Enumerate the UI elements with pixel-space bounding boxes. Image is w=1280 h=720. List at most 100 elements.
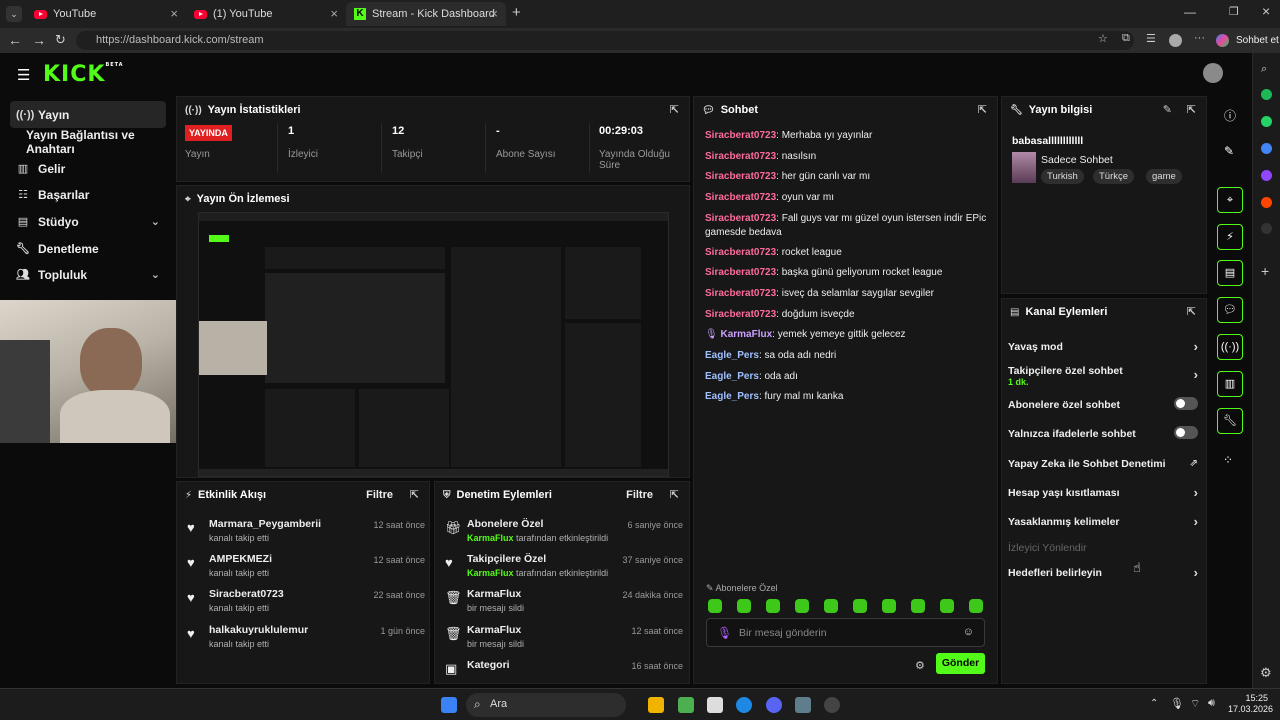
mic-tray-icon[interactable]: 🎙︎: [1170, 697, 1184, 710]
extensions-icon[interactable]: ⧉: [1122, 32, 1130, 45]
chat-username[interactable]: Siracberat0723: [705, 171, 776, 182]
chat-username[interactable]: Eagle_Pers: [705, 391, 759, 402]
volume-icon[interactable]: 🔊︎: [1208, 697, 1215, 710]
emote-icon[interactable]: [911, 599, 925, 613]
minimize-icon[interactable]: —: [1184, 5, 1196, 19]
action-account-age[interactable]: Hesap yaşı kısıtlaması ›: [1008, 485, 1198, 500]
app-icon[interactable]: [707, 697, 723, 713]
subscribers-only-toggle[interactable]: [1174, 397, 1198, 410]
filter-button[interactable]: Filtre: [366, 489, 393, 501]
tool-actions-button[interactable]: ▥: [1217, 371, 1243, 397]
tool-activity-button[interactable]: ⚡︎: [1217, 224, 1243, 250]
edge-icon[interactable]: [736, 697, 752, 713]
tab-list-icon[interactable]: ⌄: [6, 6, 22, 22]
chat-username[interactable]: Siracberat0723: [705, 309, 776, 320]
popout-icon[interactable]: ⇱: [978, 103, 987, 116]
emote-icon[interactable]: [766, 599, 780, 613]
action-subscribers-only[interactable]: Abonelere özel sohbet: [1008, 397, 1198, 411]
chat-username[interactable]: Siracberat0723: [705, 247, 776, 258]
chat-username[interactable]: KarmaFlux: [720, 329, 772, 340]
emotes-only-toggle[interactable]: [1174, 426, 1198, 439]
chat-username[interactable]: Siracberat0723: [705, 213, 776, 224]
minecraft-icon[interactable]: [678, 697, 694, 713]
taskbar-clock[interactable]: 15:25 17.03.2026: [1228, 693, 1273, 715]
add-icon[interactable]: +: [1261, 263, 1269, 279]
category-name[interactable]: Sadece Sohbet: [1041, 154, 1113, 166]
tool-info-button[interactable]: 🔧︎: [1217, 408, 1243, 434]
tag[interactable]: Türkçe: [1093, 169, 1135, 184]
send-button[interactable]: Gönder: [936, 653, 985, 674]
spotify-icon[interactable]: [1261, 89, 1272, 100]
filter-button[interactable]: Filtre: [626, 489, 653, 501]
preview-video[interactable]: [198, 212, 669, 477]
more-icon[interactable]: ···: [1194, 32, 1205, 44]
close-icon[interactable]: ×: [330, 6, 338, 21]
app-icon[interactable]: [1261, 143, 1272, 154]
forward-icon[interactable]: →: [32, 32, 46, 48]
windows-start-icon[interactable]: [441, 697, 457, 713]
tab-kick-dashboard[interactable]: K Stream - Kick Dashboard ×: [346, 2, 506, 26]
emote-icon[interactable]: [737, 599, 751, 613]
emote-icon[interactable]: [882, 599, 896, 613]
sidebar-item-yayin-baglantisi[interactable]: Yayın Bağlantısı ve Anahtarı: [10, 128, 180, 156]
tab-youtube-2[interactable]: (1) YouTube ×: [186, 2, 346, 26]
action-goals[interactable]: Hedefleri belirleyin ›: [1008, 565, 1198, 580]
action-emotes-only[interactable]: Yalnızca ifadelerle sohbet: [1008, 426, 1198, 440]
popout-icon[interactable]: ⇱: [1187, 305, 1196, 318]
tool-notes-button[interactable]: ▤: [1217, 260, 1243, 286]
sidebar-item-denetleme[interactable]: 🔧︎ Denetleme: [10, 235, 166, 262]
tiktok-icon[interactable]: [1261, 223, 1272, 234]
category-thumbnail[interactable]: [1012, 152, 1036, 183]
back-icon[interactable]: ←: [8, 32, 22, 48]
maximize-icon[interactable]: ❐: [1229, 5, 1239, 18]
emoji-icon[interactable]: ☺: [963, 626, 974, 638]
item-name[interactable]: Siracberat0723: [209, 588, 284, 600]
tag[interactable]: Turkish: [1041, 169, 1084, 184]
mic-icon[interactable]: 🎙︎: [717, 626, 732, 640]
discord-icon[interactable]: [766, 697, 782, 713]
network-icon[interactable]: ⌔: [1190, 697, 1200, 711]
item-name[interactable]: Marmara_Peygamberii: [209, 518, 321, 530]
emote-icon[interactable]: [940, 599, 954, 613]
tool-chat-button[interactable]: 💬︎: [1217, 297, 1243, 323]
chat-username[interactable]: Siracberat0723: [705, 130, 776, 141]
reddit-icon[interactable]: [1261, 197, 1272, 208]
new-tab-icon[interactable]: +: [512, 4, 521, 21]
tab-youtube-1[interactable]: YouTube ×: [26, 2, 186, 26]
action-slow-mode[interactable]: Yavaş mod ›: [1008, 339, 1198, 354]
chat-username[interactable]: Siracberat0723: [705, 288, 776, 299]
obs-icon[interactable]: [824, 697, 840, 713]
emote-icon[interactable]: [708, 599, 722, 613]
tool-preview-button[interactable]: ⌖: [1217, 187, 1243, 213]
taskbar-search[interactable]: ⌕ Ara: [466, 693, 626, 717]
chat-username[interactable]: Eagle_Pers: [705, 350, 759, 361]
item-name[interactable]: halkakuyruklulemur: [209, 624, 308, 636]
whatsapp-icon[interactable]: [1261, 116, 1272, 127]
tray-chevron-icon[interactable]: ⌃: [1150, 698, 1158, 709]
edit-icon[interactable]: ✎: [1224, 144, 1234, 158]
item-user[interactable]: KarmaFlux: [467, 568, 514, 578]
collections-icon[interactable]: ☰: [1146, 32, 1156, 45]
chat-username[interactable]: Siracberat0723: [705, 267, 776, 278]
close-icon[interactable]: ×: [170, 6, 178, 21]
close-window-icon[interactable]: ×: [1262, 3, 1270, 19]
info-icon[interactable]: ⓘ: [1224, 107, 1236, 124]
search-icon[interactable]: ⌕: [1261, 63, 1267, 76]
apps-icon[interactable]: ⁘: [1223, 453, 1233, 467]
settings-icon[interactable]: ⚙: [1260, 665, 1272, 681]
kick-logo[interactable]: KICKBETA: [43, 62, 124, 87]
tool-stats-button[interactable]: ((·)): [1217, 334, 1243, 360]
chat-username[interactable]: Eagle_Pers: [705, 371, 759, 382]
emote-icon[interactable]: [853, 599, 867, 613]
popout-icon[interactable]: ⇱: [410, 488, 419, 501]
sidebar-item-studyo[interactable]: ▤ Stüdyo ⌄: [10, 208, 166, 235]
sidebar-item-gelir[interactable]: ▥ Gelir: [10, 155, 166, 182]
sidebar-item-topluluk[interactable]: 👥︎ Topluluk ⌄: [10, 261, 166, 288]
action-followers-only[interactable]: Takipçilere özel sohbet 1 dk. ›: [1008, 365, 1198, 387]
action-ai-moderation[interactable]: Yapay Zeka ile Sohbet Denetimi ⇗: [1008, 458, 1198, 470]
chat-username[interactable]: Siracberat0723: [705, 151, 776, 162]
copilot-icon[interactable]: [1216, 34, 1229, 47]
popout-icon[interactable]: ⇱: [1187, 103, 1196, 116]
file-explorer-icon[interactable]: [648, 697, 664, 713]
emote-icon[interactable]: [969, 599, 983, 613]
